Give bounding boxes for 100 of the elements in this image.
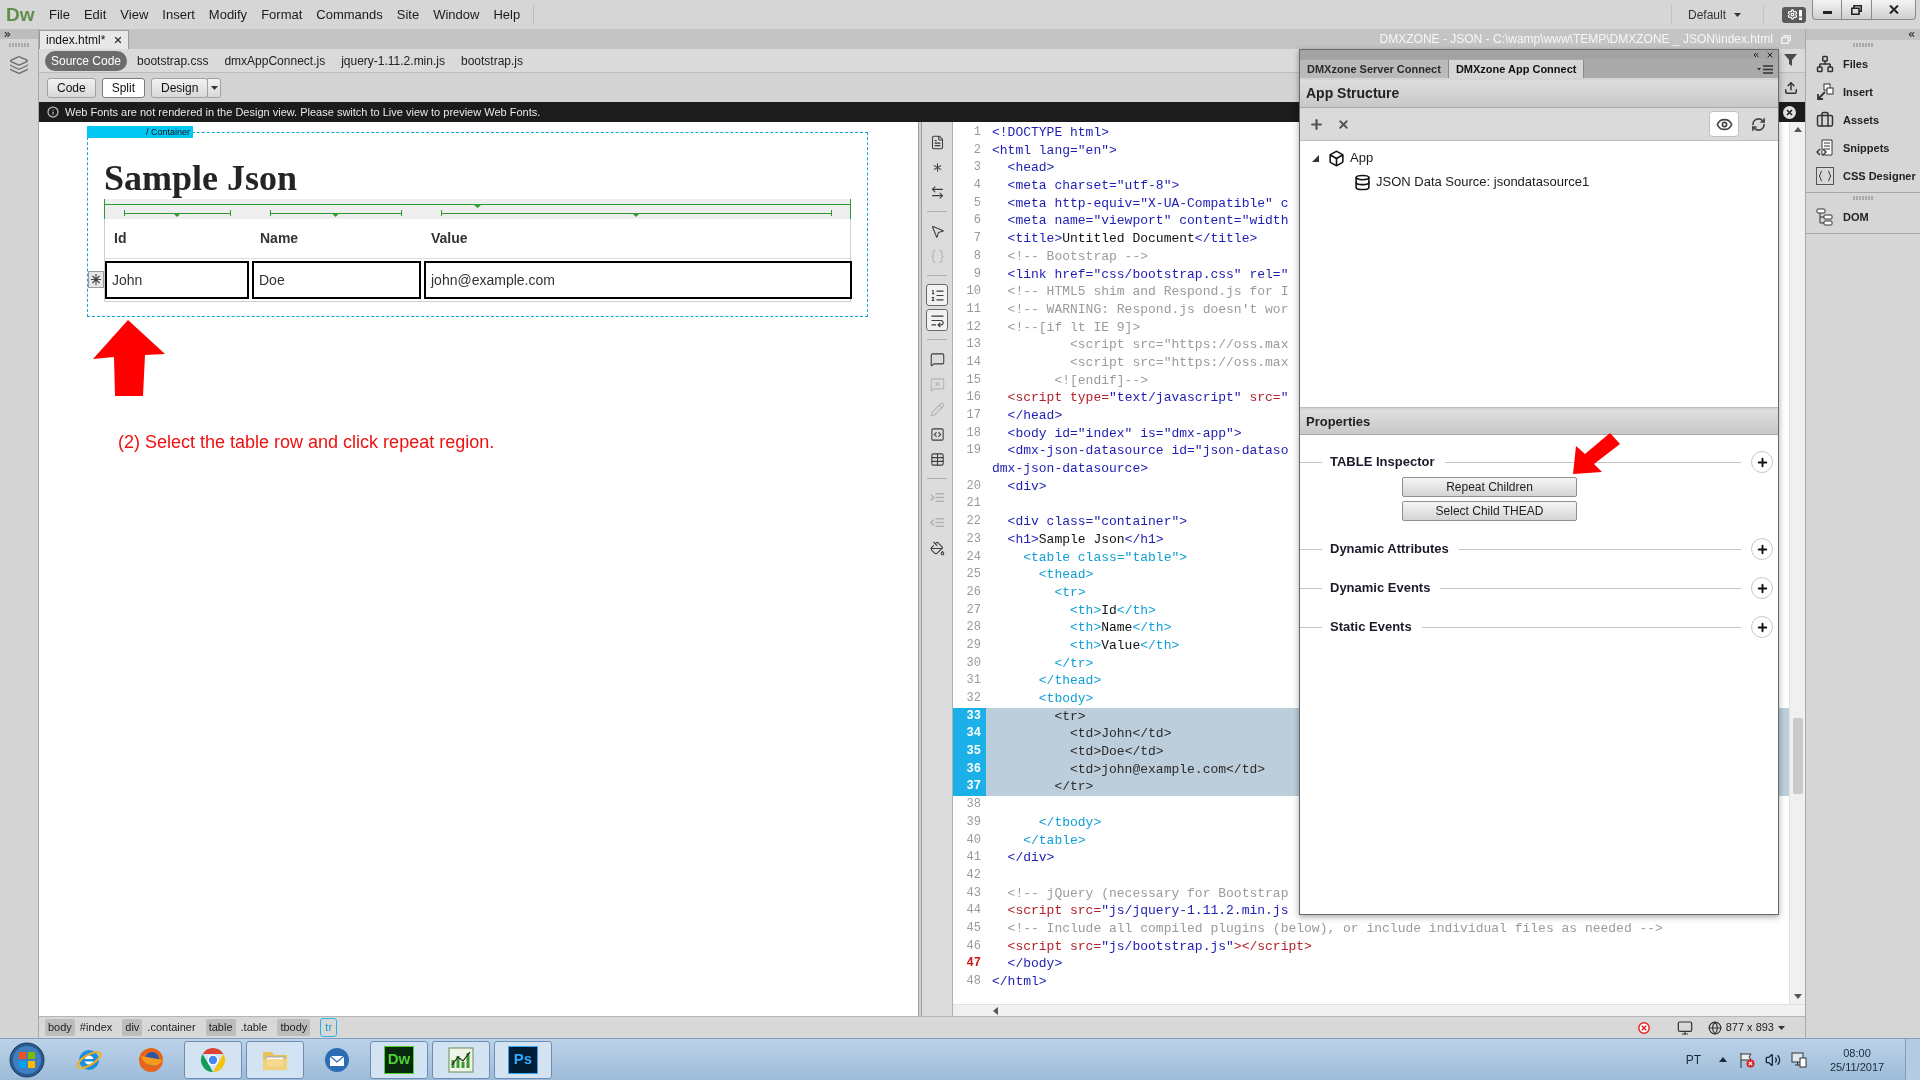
panel-menu-icon[interactable] bbox=[1757, 65, 1773, 74]
language-indicator[interactable]: PT bbox=[1685, 1050, 1701, 1069]
error-icon[interactable] bbox=[1637, 1021, 1650, 1034]
horizontal-scrollbar[interactable] bbox=[953, 1004, 1805, 1016]
scroll-down-icon[interactable] bbox=[1793, 994, 1802, 999]
preview-toggle-button[interactable] bbox=[1709, 111, 1739, 137]
upload-icon[interactable] bbox=[1784, 80, 1798, 95]
line-number: 33 bbox=[953, 707, 986, 726]
delete-icon[interactable] bbox=[1337, 117, 1350, 131]
tag-selector-item[interactable]: table .table bbox=[205, 1019, 268, 1036]
related-file-tab[interactable]: Source Code bbox=[45, 50, 128, 71]
gripper-icon[interactable] bbox=[9, 43, 29, 47]
taskbar-button[interactable] bbox=[432, 1040, 490, 1079]
close-icon[interactable] bbox=[113, 35, 124, 45]
code-line: </head> bbox=[1006, 408, 1063, 423]
line-number: 42 bbox=[965, 866, 982, 884]
code-line: <meta name="viewport" content="width bbox=[1006, 213, 1289, 229]
code-line: <script src="https://oss.max bbox=[1069, 337, 1289, 353]
speaker-icon[interactable] bbox=[1765, 1051, 1781, 1068]
view-mode-button[interactable]: Split bbox=[101, 77, 146, 98]
close-icon[interactable] bbox=[1766, 50, 1774, 59]
layers-icon[interactable] bbox=[9, 55, 29, 75]
clock-button[interactable]: 08:00 25/11/2017 bbox=[1819, 1045, 1895, 1074]
filter-icon[interactable] bbox=[1784, 54, 1797, 67]
add-button[interactable] bbox=[1751, 616, 1773, 638]
scroll-left-icon[interactable] bbox=[993, 1006, 998, 1015]
related-file-tab[interactable]: dmxAppConnect.js bbox=[218, 50, 332, 71]
taskbar-button[interactable] bbox=[184, 1040, 242, 1079]
network-icon[interactable] bbox=[1791, 1051, 1807, 1068]
line-number: 14 bbox=[965, 353, 982, 371]
refresh-icon[interactable] bbox=[1751, 116, 1766, 132]
inspector-button[interactable]: Repeat Children bbox=[1402, 477, 1577, 497]
close-icon[interactable] bbox=[1783, 105, 1796, 119]
code-line: <tr> bbox=[1053, 584, 1086, 600]
dock-item[interactable]: CSS Designer bbox=[1806, 162, 1920, 190]
tag-selector-item[interactable]: div .container bbox=[122, 1019, 196, 1036]
collapse-icon[interactable] bbox=[1752, 50, 1760, 59]
taskbar-button[interactable]: Ps bbox=[494, 1040, 552, 1079]
tag-selector-item[interactable]: tbody bbox=[277, 1019, 311, 1036]
view-mode-button[interactable]: Code bbox=[47, 77, 96, 98]
asterisk-icon[interactable] bbox=[88, 271, 104, 288]
line-number: 27 bbox=[965, 601, 982, 619]
add-button[interactable] bbox=[1751, 577, 1773, 599]
related-file-tab[interactable]: jquery-1.11.2.min.js bbox=[335, 50, 451, 71]
gripper-icon[interactable] bbox=[1853, 43, 1873, 47]
menu-item[interactable]: Window bbox=[426, 2, 487, 27]
gripper-icon[interactable] bbox=[1853, 196, 1873, 200]
line-number: 30 bbox=[965, 654, 982, 672]
dock-item[interactable]: Snippets bbox=[1806, 134, 1920, 162]
inspector-button[interactable]: Select Child THEAD bbox=[1402, 501, 1577, 521]
tray-expand-icon[interactable] bbox=[1719, 1057, 1727, 1062]
monitor-icon[interactable] bbox=[1675, 1019, 1694, 1036]
expand-triangle-icon[interactable] bbox=[1312, 154, 1319, 162]
restore-button[interactable] bbox=[1842, 0, 1872, 20]
taskbar-button[interactable]: Dw bbox=[370, 1040, 428, 1079]
menu-item[interactable]: Edit bbox=[76, 2, 114, 27]
dock-item[interactable]: Assets bbox=[1806, 106, 1920, 134]
view-menu-button[interactable] bbox=[207, 77, 222, 98]
expand-icon[interactable] bbox=[3, 29, 12, 39]
tree-item[interactable]: App bbox=[1328, 148, 1374, 168]
menu-item[interactable]: Insert bbox=[155, 2, 202, 27]
caret-icon bbox=[210, 85, 218, 90]
scrollbar-thumb[interactable] bbox=[1792, 718, 1803, 794]
container-label[interactable]: / Container bbox=[87, 126, 193, 138]
code-tool-button[interactable] bbox=[926, 309, 948, 331]
tree-item[interactable]: JSON Data Source: jsondatasource1 bbox=[1354, 172, 1590, 192]
section-title: Dynamic Events bbox=[1330, 579, 1431, 598]
flag-icon[interactable] bbox=[1739, 1051, 1755, 1068]
scroll-up-icon[interactable] bbox=[1793, 127, 1802, 132]
vertical-scrollbar[interactable] bbox=[1789, 122, 1805, 1004]
close-button[interactable] bbox=[1872, 0, 1916, 20]
menu-item[interactable]: Commands bbox=[309, 2, 390, 27]
dock-item[interactable]: Insert bbox=[1806, 78, 1920, 106]
menu-item[interactable]: Help bbox=[486, 2, 528, 27]
braces-box-icon bbox=[1816, 167, 1834, 185]
related-file-tab[interactable]: bootstrap.css bbox=[131, 50, 215, 71]
collapse-icon[interactable] bbox=[1907, 30, 1916, 39]
window-size-button[interactable]: 877 x 893 bbox=[1707, 1019, 1785, 1036]
panel-tab[interactable]: DMXzone Server Connect bbox=[1300, 60, 1449, 78]
add-button[interactable] bbox=[1751, 451, 1773, 473]
menu-item[interactable]: Modify bbox=[201, 2, 255, 27]
workspace-switcher[interactable]: Default bbox=[1683, 5, 1745, 24]
menu-item[interactable]: Site bbox=[389, 2, 427, 27]
code-tool-button[interactable] bbox=[926, 284, 948, 306]
minimize-button[interactable] bbox=[1812, 0, 1842, 20]
view-mode-button[interactable]: Design bbox=[151, 77, 209, 98]
dock-item[interactable]: Files bbox=[1806, 50, 1920, 78]
sync-status-icon[interactable] bbox=[1782, 6, 1806, 23]
dock-item[interactable]: DOM bbox=[1806, 203, 1920, 231]
menu-item[interactable]: File bbox=[42, 2, 77, 27]
taskbar-button[interactable] bbox=[246, 1040, 304, 1079]
tag-selector-item[interactable]: body #index bbox=[45, 1019, 113, 1036]
add-button[interactable] bbox=[1751, 538, 1773, 560]
menu-item[interactable]: Format bbox=[254, 2, 310, 27]
document-tab[interactable]: index.html* bbox=[39, 30, 130, 49]
code-line: <div class="container"> bbox=[1006, 514, 1188, 530]
related-file-tab[interactable]: bootstrap.js bbox=[454, 50, 529, 71]
menu-item[interactable]: View bbox=[113, 2, 156, 27]
plus-icon[interactable] bbox=[1309, 116, 1324, 132]
panel-tab[interactable]: DMXzone App Connect bbox=[1448, 60, 1585, 78]
